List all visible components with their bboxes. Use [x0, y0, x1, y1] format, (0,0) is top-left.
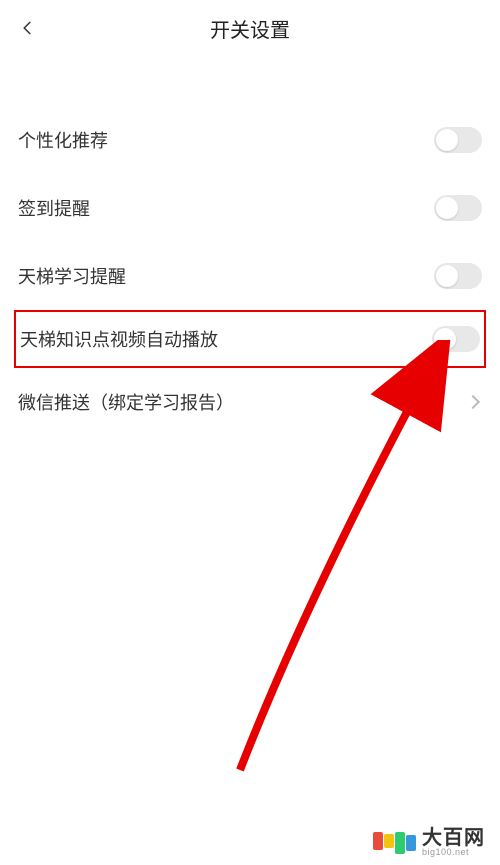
watermark: 大百网 big100.net [373, 828, 485, 857]
watermark-logo-icon [373, 832, 416, 854]
setting-label: 天梯学习提醒 [18, 263, 126, 289]
setting-row-checkin-reminder: 签到提醒 [18, 174, 482, 242]
setting-label: 个性化推荐 [18, 127, 108, 153]
back-button[interactable] [12, 12, 44, 44]
watermark-sub: big100.net [422, 848, 485, 857]
page-title: 开关设置 [0, 14, 500, 43]
back-icon [19, 19, 37, 37]
watermark-main: 大百网 [422, 828, 485, 848]
toggle-knob [434, 328, 456, 350]
setting-row-wechat-push[interactable]: 微信推送（绑定学习报告） [18, 368, 482, 436]
setting-row-autoplay: 天梯知识点视频自动播放 [14, 310, 486, 368]
settings-list: 个性化推荐 签到提醒 天梯学习提醒 天梯知识点视频自动播放 微信推送（绑定学习报… [0, 106, 500, 436]
toggle-checkin[interactable] [434, 195, 482, 221]
toggle-knob [436, 129, 458, 151]
toggle-knob [436, 197, 458, 219]
setting-label: 天梯知识点视频自动播放 [20, 326, 218, 352]
setting-label: 签到提醒 [18, 195, 90, 221]
header: 开关设置 [0, 0, 500, 56]
toggle-study-reminder[interactable] [434, 263, 482, 289]
watermark-text: 大百网 big100.net [422, 828, 485, 857]
setting-row-personalization: 个性化推荐 [18, 106, 482, 174]
toggle-knob [436, 265, 458, 287]
toggle-personalization[interactable] [434, 127, 482, 153]
toggle-autoplay[interactable] [432, 326, 480, 352]
setting-label: 微信推送（绑定学习报告） [18, 389, 234, 415]
chevron-right-icon [466, 395, 480, 409]
setting-row-study-reminder: 天梯学习提醒 [18, 242, 482, 310]
